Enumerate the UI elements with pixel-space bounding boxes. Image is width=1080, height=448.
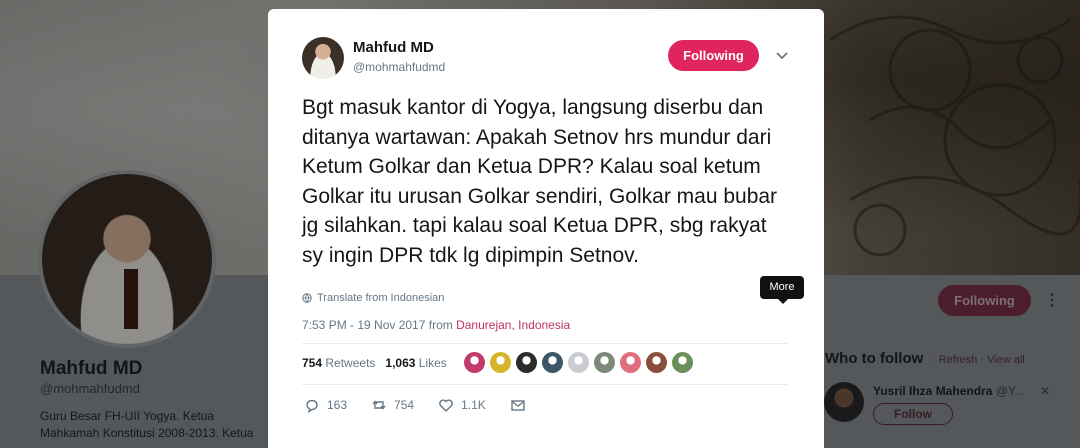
retweet-icon: [372, 400, 386, 410]
liker-avatars: [464, 352, 693, 373]
chevron-down-icon[interactable]: [773, 47, 791, 65]
tweet-time[interactable]: 7:53 PM - 19 Nov 2017: [302, 318, 425, 332]
liker-avatar[interactable]: [620, 352, 641, 373]
likes-stat[interactable]: 1,063 Likes: [385, 356, 446, 370]
translate-link[interactable]: Translate from Indonesian: [302, 292, 444, 304]
author-avatar[interactable]: [302, 37, 344, 79]
liker-avatar[interactable]: [516, 352, 537, 373]
liker-avatar[interactable]: [672, 352, 693, 373]
like-button[interactable]: 1.1K: [438, 397, 486, 413]
retweet-button[interactable]: 754: [371, 397, 414, 413]
divider: [302, 384, 788, 385]
liker-avatar[interactable]: [464, 352, 485, 373]
tweet-text: Bgt masuk kantor di Yogya, langsung dise…: [302, 96, 778, 267]
tweet-stats: 754 Retweets 1,063 Likes: [302, 356, 447, 370]
author-handle[interactable]: @mohmahfudmd: [353, 60, 445, 74]
liker-avatar[interactable]: [568, 352, 589, 373]
tweet-timestamp: 7:53 PM - 19 Nov 2017 from Danurejan, In…: [302, 318, 570, 332]
heart-icon: [439, 399, 453, 412]
like-count: 1.1K: [461, 398, 486, 412]
tweet-modal: Mahfud MD @mohmahfudmd Following Bgt mas…: [268, 9, 824, 448]
reply-button[interactable]: 163: [304, 397, 347, 413]
divider: [302, 343, 788, 344]
translate-label: Translate from Indonesian: [317, 292, 445, 304]
reply-count: 163: [327, 398, 348, 412]
retweet-count: 754: [394, 398, 415, 412]
liker-avatar[interactable]: [594, 352, 615, 373]
from-word: from: [428, 318, 453, 332]
author-name[interactable]: Mahfud MD: [353, 39, 434, 56]
direct-message-button[interactable]: [510, 397, 526, 413]
envelope-icon: [511, 400, 525, 411]
liker-avatar[interactable]: [542, 352, 563, 373]
more-tooltip: More: [760, 276, 804, 304]
liker-avatar[interactable]: [646, 352, 667, 373]
tweet-location[interactable]: Danurejan, Indonesia: [456, 318, 570, 332]
reply-icon: [306, 399, 318, 413]
globe-icon: [302, 293, 312, 303]
tweet-actions: 163 754 1.1K: [304, 397, 550, 413]
following-button[interactable]: Following: [668, 40, 759, 71]
retweets-stat[interactable]: 754 Retweets: [302, 356, 375, 370]
liker-avatar[interactable]: [490, 352, 511, 373]
